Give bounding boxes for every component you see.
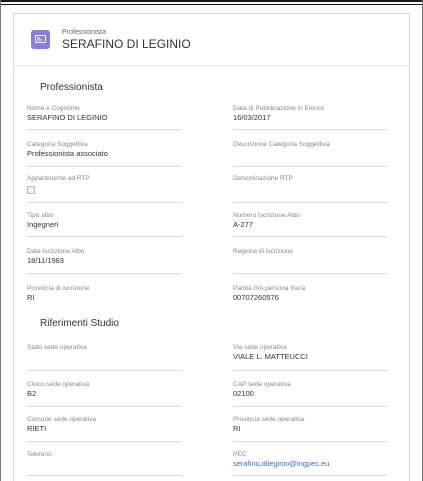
field-label: Categoria Soggettiva <box>27 141 88 148</box>
field-nome-cognome: Nome e Cognome SERAFINO DI LEGINIO <box>27 104 182 130</box>
header-subtitle: Professionista <box>62 28 106 36</box>
field-value: VIALE L. MATTEUCCI <box>233 352 308 361</box>
field-provincia-sede: Provincia sede operativa RI <box>233 415 388 442</box>
field-underline <box>233 129 388 130</box>
field-underline <box>27 129 182 130</box>
field-underline <box>233 236 388 237</box>
window-left-border <box>0 0 1 481</box>
field-value: 18/11/1983 <box>27 256 64 265</box>
field-regione-iscrizione: Regione di iscrizione <box>233 247 388 274</box>
field-underline <box>233 202 388 203</box>
field-cap-sede: CAP sede operativa 02100 <box>233 380 388 407</box>
field-value: Professionista associato <box>27 149 108 158</box>
field-value: SERAFINO DI LEGINIO <box>27 113 108 122</box>
field-label: Provincia sede operativa <box>233 416 305 423</box>
field-label: Via sede operativa <box>233 344 287 351</box>
field-provincia-iscrizione: Provincia di iscrizione RI <box>27 284 182 303</box>
field-underline <box>233 406 388 407</box>
field-label: Regione di iscrizione <box>233 248 293 255</box>
field-label: Stato sede operativa <box>27 344 87 351</box>
field-label: Partita IVA persona fisica <box>233 285 306 292</box>
field-underline <box>27 202 182 203</box>
window-top-border <box>0 0 423 2</box>
field-underline <box>233 273 388 274</box>
field-underline <box>27 441 182 442</box>
field-value: Ingegneri <box>27 220 59 229</box>
field-label: Descrizione Categoria Soggettiva <box>233 141 330 148</box>
window-top-border-inner <box>0 4 423 5</box>
field-label: Provincia di iscrizione <box>27 285 90 292</box>
field-descrizione-categoria: Descrizione Categoria Soggettiva <box>233 140 388 167</box>
field-label: Nome e Cognome <box>27 105 80 112</box>
field-label: Appartenente ad RTP <box>27 175 90 182</box>
field-label: Numero Iscrizione Albo <box>233 212 300 219</box>
section-title-studio: Riferimenti Studio <box>40 318 119 329</box>
section-title-professionista: Professionista <box>40 82 103 93</box>
field-categoria-soggettiva: Categoria Soggettiva Professionista asso… <box>27 140 182 167</box>
field-underline <box>27 475 182 476</box>
header-divider <box>14 65 409 66</box>
pec-email-link[interactable]: serafino.dileginio@ingpec.eu <box>233 459 388 469</box>
field-denominazione-rtp: Denominazione RTP <box>233 174 388 203</box>
field-data-pubblicazione: Data di Pubblicazione in Elenco 16/03/20… <box>233 104 388 130</box>
field-appartenente-rtp: Appartenente ad RTP <box>27 174 182 203</box>
field-partita-iva: Partita IVA persona fisica 00707260576 <box>233 284 388 303</box>
field-comune-sede: Comune sede operativa RIETI <box>27 415 182 442</box>
field-via-sede: Via sede operativa VIALE L. MATTEUCCI <box>233 343 388 371</box>
panel-header: Professionista SERAFINO DI LEGINIO <box>31 23 191 55</box>
field-value: 02100 <box>233 389 254 398</box>
field-label: Data Iscrizione Albo <box>27 248 85 255</box>
field-civico-sede: Civico sede operativa B2 <box>27 380 182 407</box>
field-stato-sede: Stato sede operativa <box>27 343 182 371</box>
header-title: SERAFINO DI LEGINIO <box>62 36 191 51</box>
field-underline <box>233 441 388 442</box>
field-label: Tipo albo <box>27 212 54 219</box>
field-label: Denominazione RTP <box>233 175 293 182</box>
field-label: Telefono <box>27 451 52 458</box>
field-value: RI <box>233 424 241 433</box>
field-underline <box>27 370 182 371</box>
field-label: PEC <box>233 451 247 458</box>
field-value: B2 <box>27 389 37 398</box>
field-label: CAP sede operativa <box>233 381 291 388</box>
field-underline <box>27 166 182 167</box>
field-value: RIETI <box>27 424 47 433</box>
rtp-checkbox[interactable] <box>27 186 35 194</box>
detail-panel: Professionista SERAFINO DI LEGINIO Profe… <box>13 13 410 481</box>
field-underline <box>27 236 182 237</box>
field-pec: PEC serafino.dileginio@ingpec.eu <box>233 450 388 476</box>
field-underline <box>27 406 182 407</box>
field-numero-albo: Numero Iscrizione Albo A-277 <box>233 211 388 237</box>
field-tipo-albo: Tipo albo Ingegneri <box>27 211 182 237</box>
field-underline <box>27 273 182 274</box>
field-label: Data di Pubblicazione in Elenco <box>233 105 325 112</box>
field-value: RI <box>27 293 35 302</box>
id-card-icon <box>31 29 50 49</box>
field-value: A-277 <box>233 220 254 229</box>
field-label: Civico sede operativa <box>27 381 90 388</box>
field-label: Comune sede operativa <box>27 416 97 423</box>
field-value: 00707260576 <box>233 293 279 302</box>
field-value: 16/03/2017 <box>233 113 271 122</box>
field-underline <box>233 475 388 476</box>
field-underline <box>233 370 388 371</box>
field-underline <box>233 166 388 167</box>
field-data-iscrizione-albo: Data Iscrizione Albo 18/11/1983 <box>27 247 182 274</box>
field-telefono: Telefono <box>27 450 182 476</box>
